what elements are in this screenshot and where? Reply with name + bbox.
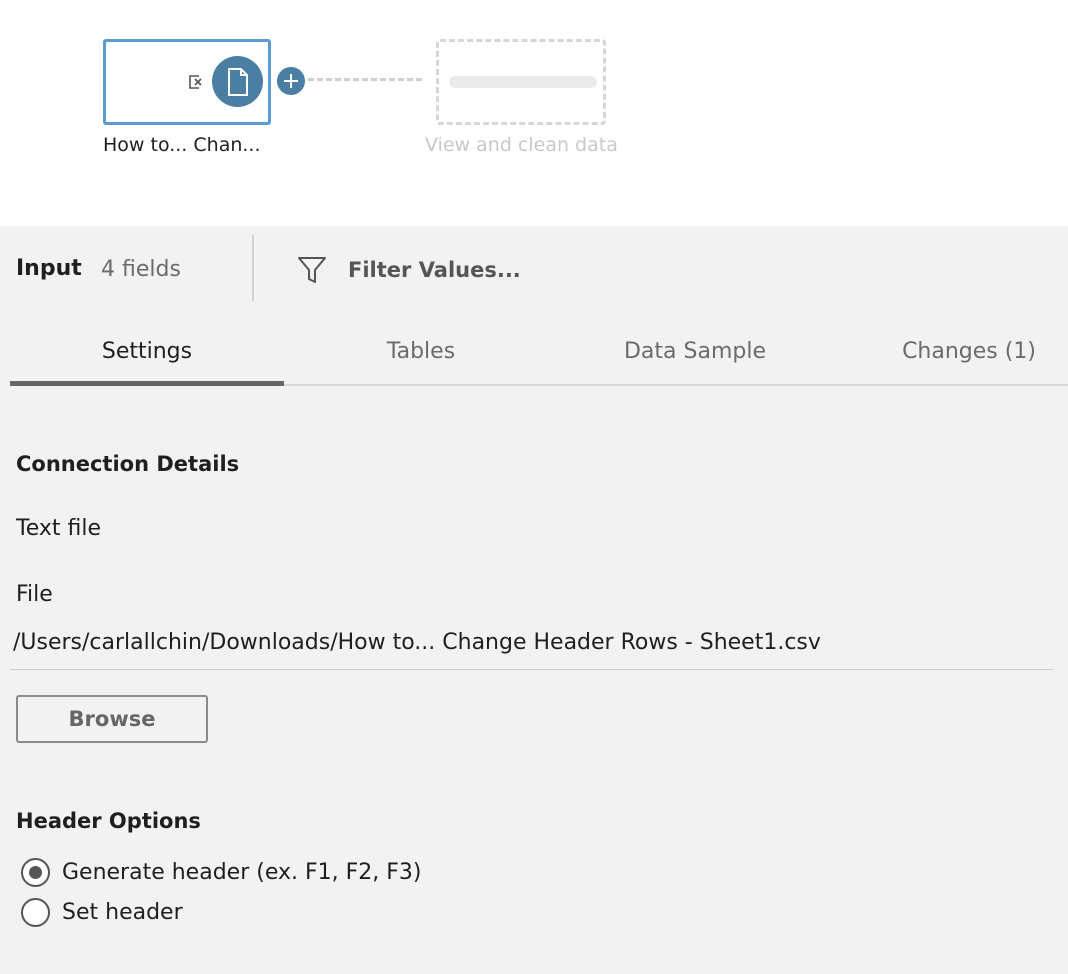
file-icon [212,56,263,107]
radio-button[interactable] [21,857,50,887]
plus-icon [284,74,298,88]
tab-tables[interactable]: Tables [284,330,558,386]
tab-data-sample[interactable]: Data Sample [558,330,832,386]
panel-header: Input 4 fields Filter Values... [0,226,1068,316]
connection-details-title: Connection Details [16,452,240,476]
tab-settings[interactable]: Settings [10,330,284,386]
step-settings-panel: Input 4 fields Filter Values... Settings… [0,226,1068,974]
file-path: /Users/carlallchin/Downloads/How to... C… [13,630,821,655]
step-title: Input [16,256,82,281]
radio-label: Generate header (ex. F1, F2, F3) [62,859,422,885]
radio-button[interactable] [21,897,50,927]
flow-canvas: How to... Chan... View and clean data [0,0,1068,226]
filter-values-button[interactable]: Filter Values... [296,252,521,288]
add-step-button[interactable] [275,65,307,97]
file-label: File [16,582,53,607]
connection-type: Text file [16,516,101,541]
placeholder-step-label: View and clean data [425,134,618,156]
header-options-title: Header Options [16,809,201,833]
file-path-divider [10,669,1053,670]
funnel-icon [298,257,326,283]
radio-generate-header[interactable]: Generate header (ex. F1, F2, F3) [21,857,422,887]
filter-values-label: Filter Values... [348,258,521,282]
radio-set-header[interactable]: Set header [21,897,183,927]
placeholder-bar [449,76,597,88]
radio-label: Set header [62,899,183,925]
browse-button[interactable]: Browse [16,695,208,743]
settings-tabs: Settings Tables Data Sample Changes (1) [10,330,1068,386]
input-step-label[interactable]: How to... Chan... [103,134,261,156]
placeholder-step-node[interactable] [436,39,606,125]
flow-connector [308,78,422,81]
tab-changes[interactable]: Changes (1) [832,330,1068,386]
field-count: 4 fields [101,257,181,282]
radio-selected-dot [29,865,42,879]
header-divider [252,235,254,301]
remove-step-icon[interactable] [186,72,206,92]
